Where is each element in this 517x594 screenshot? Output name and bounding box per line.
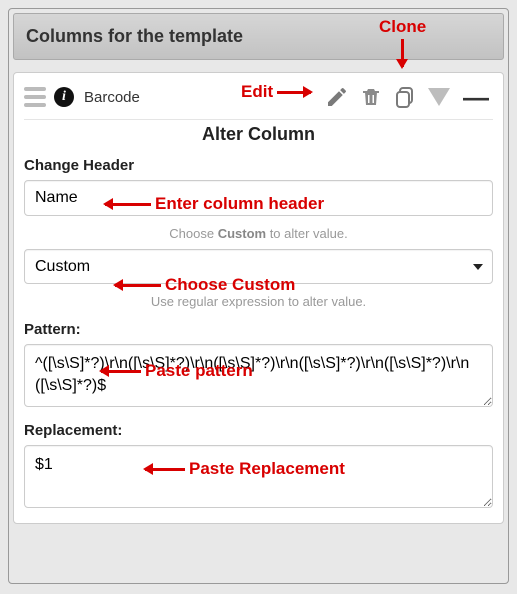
pattern-input[interactable] [24,344,493,407]
template-columns-frame: Columns for the template i Barcode — [8,8,509,584]
collapse-triangle-icon[interactable] [425,83,453,111]
column-panel: i Barcode — Alter Column Change Header C… [13,72,504,524]
clone-copy-icon[interactable] [391,83,419,111]
custom-hint: Choose Custom to alter value. [24,216,493,249]
alter-column-title: Alter Column [24,119,493,153]
change-header-input[interactable] [24,180,493,216]
column-name-label: Barcode [84,89,140,106]
alter-mode-select[interactable]: Custom [24,249,493,284]
pattern-label: Pattern: [24,321,81,338]
column-toolbar: i Barcode — [24,81,493,119]
change-header-label: Change Header [24,157,493,174]
replacement-input[interactable] [24,445,493,508]
frame-title: Columns for the template [26,26,243,46]
info-icon[interactable]: i [54,87,74,107]
frame-header: Columns for the template [13,13,504,60]
drag-handle-icon[interactable] [24,87,46,107]
regex-hint: Use regular expression to alter value. [24,284,493,317]
replacement-label: Replacement: [24,422,122,439]
remove-minus-icon[interactable]: — [459,87,493,107]
edit-pencil-icon[interactable] [323,83,351,111]
delete-trash-icon[interactable] [357,83,385,111]
